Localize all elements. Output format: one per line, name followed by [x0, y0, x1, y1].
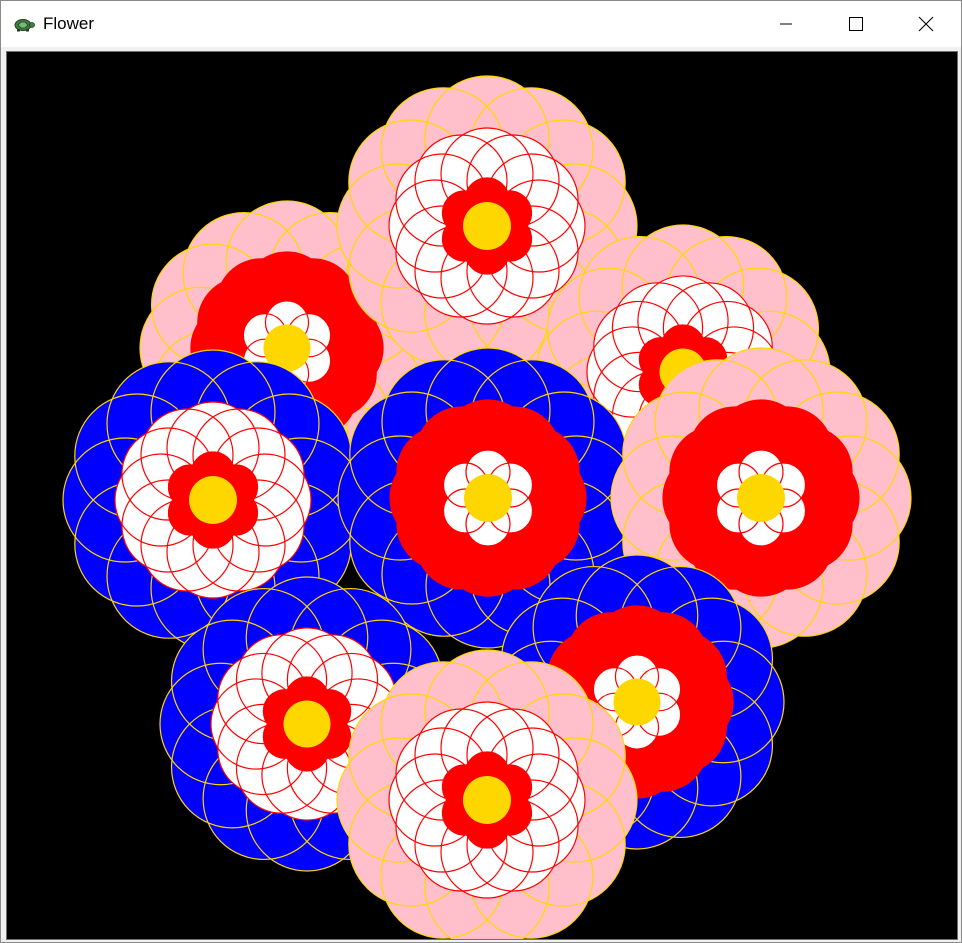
flower-drawing [62, 75, 912, 939]
minimize-icon [778, 16, 794, 32]
close-icon [918, 16, 934, 32]
minimize-button[interactable] [751, 1, 821, 47]
maximize-button[interactable] [821, 1, 891, 47]
turtle-icon [13, 15, 35, 33]
app-window: Flower [0, 0, 962, 943]
maximize-icon [848, 16, 864, 32]
drawing-canvas [6, 51, 958, 940]
title-bar[interactable]: Flower [1, 1, 961, 47]
close-button[interactable] [891, 1, 961, 47]
window-title: Flower [43, 14, 95, 33]
